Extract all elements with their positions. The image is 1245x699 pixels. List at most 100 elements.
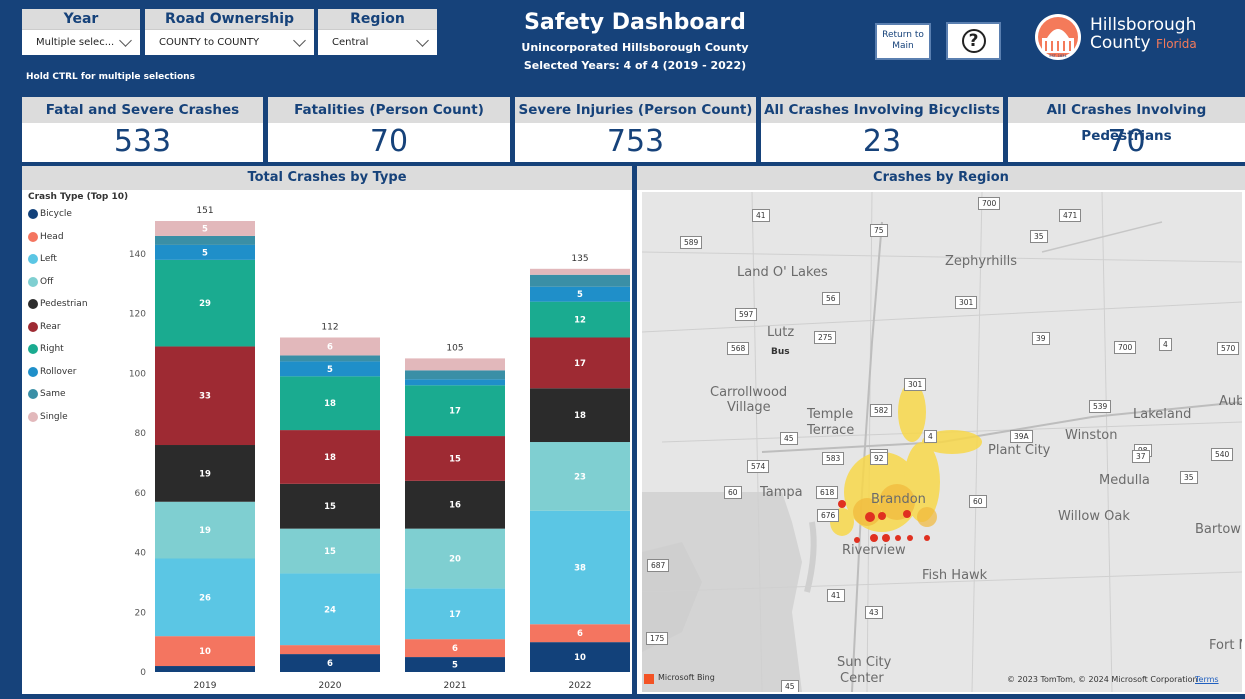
- data-label: 15: [324, 547, 336, 557]
- map-label: Brandon: [871, 492, 926, 507]
- region-slicer: Region Central: [318, 9, 437, 55]
- road-shield: 570: [1217, 342, 1240, 355]
- data-label: 5: [202, 224, 208, 234]
- region-dropdown[interactable]: Central: [318, 29, 437, 55]
- data-label: 5: [327, 365, 333, 375]
- road-shield: 175: [646, 632, 669, 645]
- bar-total-label: 135: [571, 254, 588, 264]
- map-title: Crashes by Region: [637, 166, 1245, 190]
- road-shield: 568: [727, 342, 750, 355]
- bar-segment-same: [405, 370, 505, 380]
- bar-segment-same: [155, 235, 255, 245]
- help-button[interactable]: ?: [946, 22, 1001, 60]
- stacked-bar-chart: 0 20 40 60 80 100 120 140 10 26 19 19 33 29 5 5 151 2019 6…: [129, 206, 630, 691]
- data-label: 18: [324, 399, 336, 409]
- county-name-state: Florida: [1155, 37, 1197, 51]
- data-label: 5: [577, 290, 583, 300]
- road-shield: 45: [780, 432, 798, 445]
- chevron-down-icon: [416, 33, 429, 47]
- bar-segment-bicycle: [155, 666, 255, 672]
- y-tick-label: 40: [135, 549, 147, 559]
- year-dropdown-value: Multiple selec...: [36, 37, 115, 48]
- y-tick-label: 60: [135, 489, 147, 499]
- kpi-fatalities: Fatalities (Person Count) 70: [268, 97, 510, 162]
- map-label: Sun City: [837, 655, 892, 670]
- ownership-slicer: Road Ownership COUNTY to COUNTY: [145, 9, 314, 55]
- terms-link[interactable]: Terms: [1195, 675, 1219, 684]
- bar-segment-single: [405, 358, 505, 371]
- chevron-down-icon: [293, 33, 306, 47]
- road-shield: 582: [870, 404, 893, 417]
- help-icon: ?: [961, 29, 986, 53]
- y-tick-label: 140: [129, 250, 146, 260]
- data-label: 10: [574, 653, 586, 663]
- region-dropdown-value: Central: [332, 37, 369, 48]
- road-shield: 60: [969, 495, 987, 508]
- map-label: Lakeland: [1133, 407, 1192, 422]
- county-name-line1: Hillsborough: [1090, 15, 1197, 35]
- data-label: 33: [199, 392, 211, 402]
- crashes-by-type-panel: Total Crashes by Type Crash Type (Top 10…: [22, 166, 632, 694]
- data-label: 24: [324, 605, 336, 615]
- map-label: Carrollwood: [710, 385, 788, 400]
- map-label: Land O' Lakes: [737, 265, 828, 280]
- map-label: Aub: [1219, 394, 1242, 409]
- data-label: 16: [449, 501, 461, 511]
- data-label: 17: [574, 359, 586, 369]
- map-label: Tampa: [760, 485, 803, 500]
- data-label: 5: [202, 248, 208, 258]
- map-label: Winston: [1065, 428, 1118, 443]
- map-attribution: © 2023 TomTom, © 2024 Microsoft Corporat…: [1007, 675, 1198, 684]
- bar-segment-same: [280, 355, 380, 362]
- kpi-label: Fatalities (Person Count): [268, 97, 510, 123]
- road-shield: 92: [870, 452, 888, 465]
- bar-segment-rollover: [405, 379, 505, 386]
- road-shield: 700: [1114, 341, 1137, 354]
- kpi-label: All Crashes Involving Bicyclists: [761, 97, 1003, 123]
- chart-title: Total Crashes by Type: [22, 166, 632, 190]
- road-shield: 589: [680, 236, 703, 249]
- map-label: Village: [727, 400, 771, 415]
- page-title: Safety Dashboard: [524, 10, 746, 35]
- county-name-line2: County: [1090, 33, 1151, 53]
- map-label: Bartow: [1195, 522, 1241, 537]
- y-tick-label: 20: [135, 608, 147, 618]
- kpi-pedestrian-crashes: All Crashes Involving Pedestrians 70: [1008, 97, 1245, 162]
- map-label: Willow Oak: [1058, 509, 1130, 524]
- road-shield: 45: [781, 680, 799, 692]
- seal-text: EST. 1834: [1049, 54, 1067, 58]
- bing-logo: Microsoft Bing: [658, 673, 715, 682]
- page-subtitle: Unincorporated Hillsborough County: [521, 41, 749, 54]
- return-to-main-button[interactable]: Return to Main: [875, 23, 931, 60]
- data-label: 12: [574, 316, 586, 326]
- road-shield: 539: [1089, 400, 1112, 413]
- road-shield: 301: [955, 296, 978, 309]
- x-tick-label: 2022: [569, 681, 592, 691]
- data-label: 6: [327, 659, 333, 669]
- road-shield: 301: [904, 378, 927, 391]
- road-shield: 60: [724, 486, 742, 499]
- year-dropdown[interactable]: Multiple selec...: [22, 29, 140, 55]
- road-shield: 41: [827, 589, 845, 602]
- crash-heat-map[interactable]: Land O' Lakes Zephyrhills Lutz Bus Carro…: [642, 192, 1242, 692]
- x-tick-label: 2020: [319, 681, 342, 691]
- ownership-dropdown[interactable]: COUNTY to COUNTY: [145, 29, 314, 55]
- data-label: 15: [324, 502, 336, 512]
- data-label: 23: [574, 472, 586, 482]
- year-slicer: Year Multiple selec...: [22, 9, 140, 55]
- road-shield: 597: [735, 308, 758, 321]
- map-label: Terrace: [807, 423, 855, 438]
- road-shield: 75: [870, 224, 888, 237]
- data-label: 19: [199, 469, 211, 479]
- map-background: [642, 192, 1242, 692]
- y-tick-label: 100: [129, 369, 146, 379]
- road-shield: 39: [1032, 332, 1050, 345]
- bar-segment-same: [530, 274, 630, 287]
- bar-segment-single: [530, 268, 630, 275]
- ownership-slicer-title: Road Ownership: [145, 9, 314, 29]
- chevron-down-icon: [119, 33, 132, 47]
- road-shield: 583: [822, 452, 845, 465]
- y-tick-label: 0: [140, 668, 146, 678]
- kpi-value: 23: [862, 124, 902, 159]
- return-label-line1: Return to: [882, 30, 924, 40]
